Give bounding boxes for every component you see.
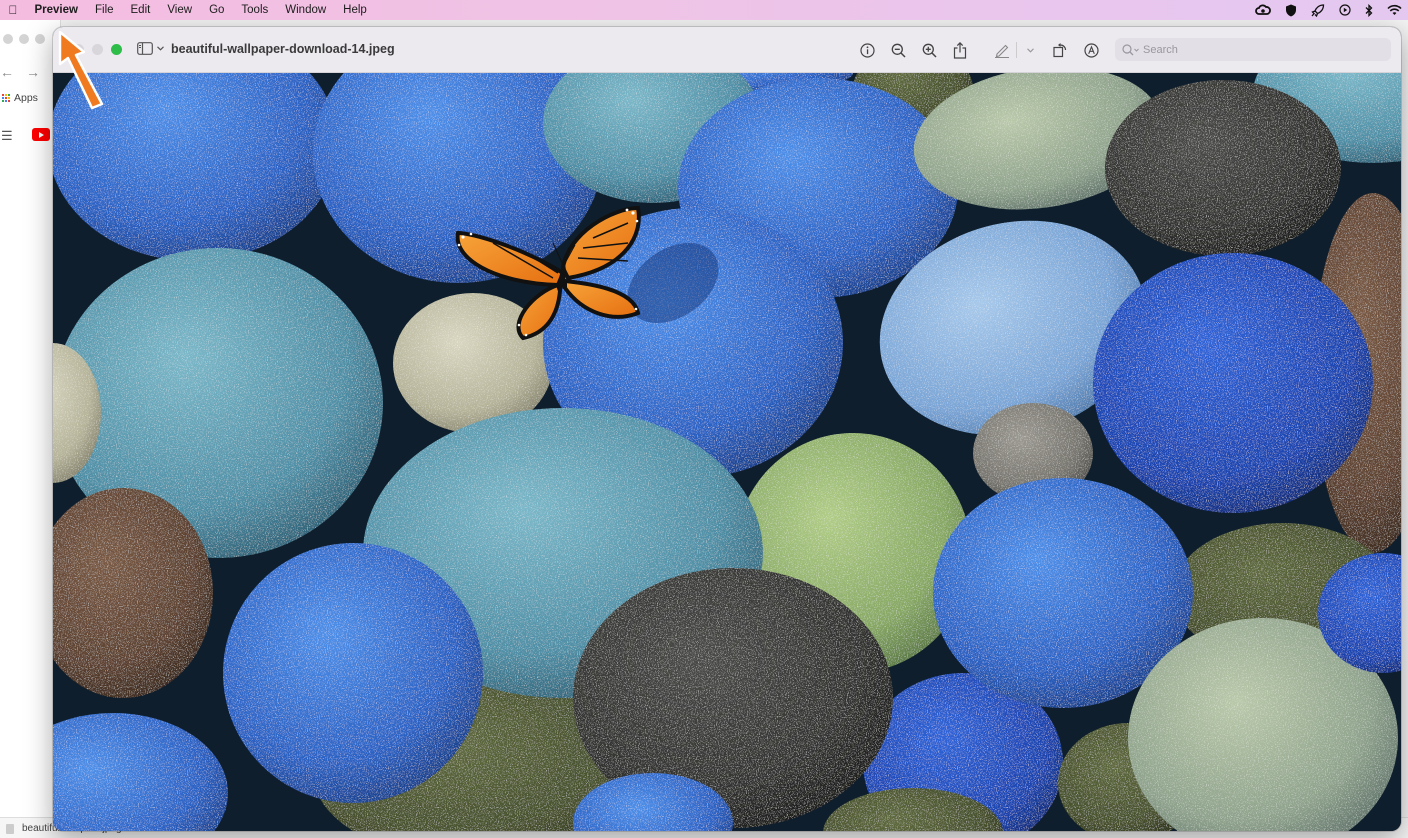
markup-pen-icon[interactable] <box>992 40 1012 60</box>
menu-go[interactable]: Go <box>201 0 233 20</box>
bookmark-apps[interactable]: Apps <box>2 92 38 104</box>
preview-toolbar: beautiful-wallpaper-download-14.jpeg Sea… <box>53 27 1401 73</box>
browser-nav: ← → <box>0 64 40 80</box>
wallpaper-image <box>53 73 1401 831</box>
wifi-icon[interactable] <box>1387 4 1402 16</box>
sidebar-toggle-button[interactable] <box>137 42 164 55</box>
search-field[interactable]: Search <box>1115 38 1391 61</box>
background-close-button[interactable] <box>3 34 13 44</box>
preview-window: beautiful-wallpaper-download-14.jpeg Sea… <box>53 27 1401 831</box>
menu-window[interactable]: Window <box>277 0 335 20</box>
sidebar-icon <box>137 42 153 55</box>
menu-tools[interactable]: Tools <box>233 0 277 20</box>
menu-help[interactable]: Help <box>335 0 376 20</box>
annotation-arrow-icon <box>58 30 104 110</box>
rotate-icon[interactable] <box>1050 40 1070 60</box>
annotate-icon[interactable] <box>1081 40 1101 60</box>
back-arrow-icon[interactable]: ← <box>0 64 14 80</box>
chevron-down-icon <box>157 46 164 51</box>
bookmark-apps-label: Apps <box>14 92 38 104</box>
zoom-in-icon[interactable] <box>919 40 939 60</box>
menu-file[interactable]: File <box>86 0 122 20</box>
zoom-button[interactable] <box>111 44 122 55</box>
rocket-icon[interactable] <box>1311 3 1325 17</box>
background-browser-window: ← → Apps ☰ <box>0 20 61 837</box>
hamburger-menu-icon[interactable]: ☰ <box>1 128 13 144</box>
zoom-out-icon[interactable] <box>888 40 908 60</box>
search-placeholder: Search <box>1143 43 1178 56</box>
creative-cloud-icon[interactable] <box>1255 4 1271 16</box>
status-area <box>1255 0 1402 20</box>
menu-view[interactable]: View <box>159 0 201 20</box>
bluetooth-icon[interactable] <box>1365 3 1373 17</box>
play-circle-icon[interactable] <box>1339 4 1351 16</box>
info-icon[interactable] <box>857 40 877 60</box>
apple-menu-icon[interactable]:  <box>0 3 26 17</box>
document-title: beautiful-wallpaper-download-14.jpeg <box>171 42 395 56</box>
file-icon <box>6 823 14 834</box>
image-canvas[interactable] <box>53 73 1401 831</box>
apps-grid-icon <box>2 94 10 102</box>
menu-edit[interactable]: Edit <box>122 0 159 20</box>
share-icon[interactable] <box>950 40 970 60</box>
pebbles <box>53 73 1401 831</box>
youtube-logo-icon[interactable] <box>32 128 50 141</box>
background-window-controls <box>3 34 45 44</box>
menu-bar:  Preview File Edit View Go Tools Window… <box>0 0 1408 20</box>
forward-arrow-icon[interactable]: → <box>26 64 40 80</box>
shield-icon[interactable] <box>1285 4 1297 17</box>
background-zoom-button[interactable] <box>35 34 45 44</box>
menu-app-preview[interactable]: Preview <box>26 0 86 20</box>
toolbar-tools <box>857 40 1112 60</box>
background-minimize-button[interactable] <box>19 34 29 44</box>
toolbar-divider <box>1016 42 1017 58</box>
markup-chevron-down-icon[interactable] <box>1025 40 1035 60</box>
search-icon <box>1122 43 1139 55</box>
